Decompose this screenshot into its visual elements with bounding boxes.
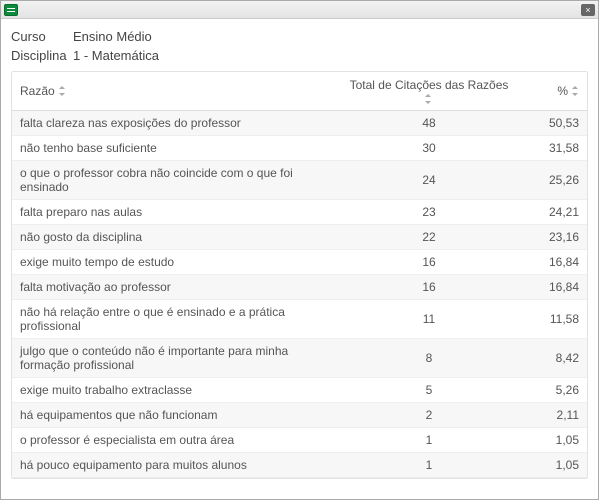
cell-count: 48 — [339, 116, 519, 130]
sort-icon — [59, 86, 66, 96]
titlebar: × — [1, 1, 598, 19]
table-row: há equipamentos que não funcionam22,11 — [12, 403, 587, 428]
table-row: não há relação entre o que é ensinado e … — [12, 300, 587, 339]
table-row: exige muito trabalho extraclasse55,26 — [12, 378, 587, 403]
col-header-pct-label: % — [557, 84, 568, 98]
disciplina-value: 1 - Matemática — [73, 48, 159, 63]
cell-razao: falta clareza nas exposições do professo… — [20, 116, 339, 130]
cell-razao: não tenho base suficiente — [20, 141, 339, 155]
table-row: não tenho base suficiente3031,58 — [12, 136, 587, 161]
curso-value: Ensino Médio — [73, 29, 152, 44]
cell-pct: 31,58 — [519, 141, 579, 155]
cell-razao: falta preparo nas aulas — [20, 205, 339, 219]
cell-razao: o que o professor cobra não coincide com… — [20, 166, 339, 194]
col-header-razao[interactable]: Razão — [20, 84, 339, 98]
table-row: não gosto da disciplina2223,16 — [12, 225, 587, 250]
cell-count: 23 — [339, 205, 519, 219]
disciplina-label: Disciplina — [11, 48, 73, 63]
col-header-razao-label: Razão — [20, 84, 55, 98]
table-row: falta preparo nas aulas2324,21 — [12, 200, 587, 225]
table-header: Razão Total de Citações das Razões % — [12, 72, 587, 111]
table-row: falta clareza nas exposições do professo… — [12, 111, 587, 136]
col-header-count-label: Total de Citações das Razões — [350, 78, 509, 92]
cell-count: 1 — [339, 458, 519, 472]
cell-pct: 16,84 — [519, 280, 579, 294]
sort-icon — [425, 94, 432, 104]
cell-count: 1 — [339, 433, 519, 447]
cell-pct: 8,42 — [519, 351, 579, 365]
cell-pct: 5,26 — [519, 383, 579, 397]
report-icon — [4, 4, 18, 16]
table-body: falta clareza nas exposições do professo… — [12, 111, 587, 478]
cell-pct: 1,05 — [519, 433, 579, 447]
cell-razao: não gosto da disciplina — [20, 230, 339, 244]
table-row: o professor é especialista em outra área… — [12, 428, 587, 453]
cell-pct: 2,11 — [519, 408, 579, 422]
content-area: Curso Ensino Médio Disciplina 1 - Matemá… — [1, 19, 598, 499]
cell-pct: 16,84 — [519, 255, 579, 269]
cell-pct: 50,53 — [519, 116, 579, 130]
cell-razao: falta motivação ao professor — [20, 280, 339, 294]
cell-count: 8 — [339, 351, 519, 365]
cell-count: 22 — [339, 230, 519, 244]
table-row: falta motivação ao professor1616,84 — [12, 275, 587, 300]
sort-icon — [572, 86, 579, 96]
cell-pct: 23,16 — [519, 230, 579, 244]
col-header-count[interactable]: Total de Citações das Razões — [339, 78, 519, 104]
cell-razao: há equipamentos que não funcionam — [20, 408, 339, 422]
cell-count: 16 — [339, 255, 519, 269]
cell-pct: 25,26 — [519, 173, 579, 187]
cell-count: 5 — [339, 383, 519, 397]
table-row: há pouco equipamento para muitos alunos1… — [12, 453, 587, 478]
cell-razao: julgo que o conteúdo não é importante pa… — [20, 344, 339, 372]
cell-razao: há pouco equipamento para muitos alunos — [20, 458, 339, 472]
cell-pct: 24,21 — [519, 205, 579, 219]
cell-count: 30 — [339, 141, 519, 155]
table-row: o que o professor cobra não coincide com… — [12, 161, 587, 200]
report-window: × Curso Ensino Médio Disciplina 1 - Mate… — [0, 0, 599, 500]
cell-pct: 11,58 — [519, 312, 579, 326]
header-curso: Curso Ensino Médio — [11, 29, 588, 44]
close-button[interactable]: × — [581, 4, 595, 16]
cell-count: 2 — [339, 408, 519, 422]
cell-razao: o professor é especialista em outra área — [20, 433, 339, 447]
col-header-pct[interactable]: % — [519, 84, 579, 98]
cell-pct: 1,05 — [519, 458, 579, 472]
header-disciplina: Disciplina 1 - Matemática — [11, 48, 588, 63]
cell-count: 24 — [339, 173, 519, 187]
curso-label: Curso — [11, 29, 73, 44]
cell-count: 16 — [339, 280, 519, 294]
cell-count: 11 — [339, 312, 519, 326]
cell-razao: exige muito trabalho extraclasse — [20, 383, 339, 397]
table-row: julgo que o conteúdo não é importante pa… — [12, 339, 587, 378]
table-row: exige muito tempo de estudo1616,84 — [12, 250, 587, 275]
cell-razao: não há relação entre o que é ensinado e … — [20, 305, 339, 333]
reasons-table: Razão Total de Citações das Razões % fal… — [11, 71, 588, 479]
cell-razao: exige muito tempo de estudo — [20, 255, 339, 269]
